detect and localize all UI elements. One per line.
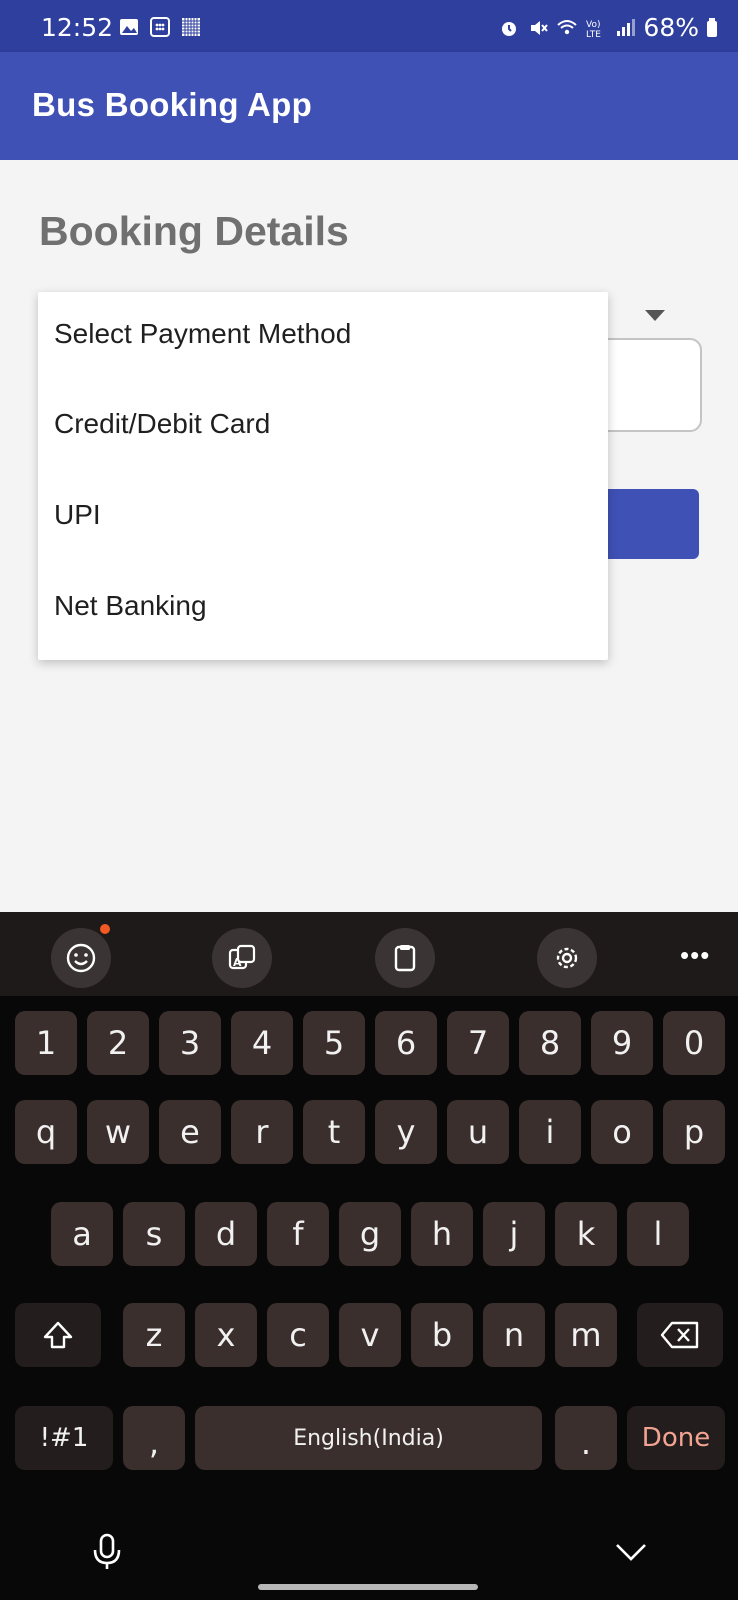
- key-q[interactable]: q: [15, 1100, 77, 1164]
- clipboard-icon: [394, 945, 416, 972]
- key-7[interactable]: 7: [447, 1011, 509, 1075]
- soft-keyboard: A ••• 1 2 3 4 5 6 7 8 9 0 q w e r t y u …: [0, 912, 738, 1600]
- battery-icon: [707, 17, 717, 37]
- key-w[interactable]: w: [87, 1100, 149, 1164]
- status-time: 12:52: [41, 13, 114, 42]
- key-8[interactable]: 8: [519, 1011, 581, 1075]
- translate-button[interactable]: A: [212, 928, 272, 988]
- key-9[interactable]: 9: [591, 1011, 653, 1075]
- emoji-icon: [66, 943, 96, 973]
- dropdown-option-upi[interactable]: UPI: [54, 499, 101, 531]
- translate-icon: A: [228, 944, 256, 970]
- done-key[interactable]: Done: [627, 1406, 725, 1470]
- status-notification-icons: [118, 16, 202, 38]
- key-j[interactable]: j: [483, 1202, 545, 1266]
- app-bar: Bus Booking App: [0, 52, 738, 160]
- key-i[interactable]: i: [519, 1100, 581, 1164]
- key-g[interactable]: g: [339, 1202, 401, 1266]
- key-s[interactable]: s: [123, 1202, 185, 1266]
- key-0[interactable]: 0: [663, 1011, 725, 1075]
- status-bar: 12:52 Vo) LTE 68%: [0, 0, 738, 52]
- key-c[interactable]: c: [267, 1303, 329, 1367]
- settings-button[interactable]: [537, 928, 597, 988]
- clipboard-button[interactable]: [375, 928, 435, 988]
- qr-grid-icon: [182, 18, 200, 36]
- mute-icon: [531, 20, 549, 35]
- gallery-icon: [120, 19, 138, 35]
- backspace-key[interactable]: [637, 1303, 723, 1367]
- svg-text:A: A: [233, 956, 242, 969]
- key-a[interactable]: a: [51, 1202, 113, 1266]
- page-title: Booking Details: [39, 208, 349, 254]
- comma-key[interactable]: ,: [123, 1406, 185, 1470]
- dropdown-option-select-payment-method[interactable]: Select Payment Method: [54, 318, 351, 350]
- key-m[interactable]: m: [555, 1303, 617, 1367]
- key-1[interactable]: 1: [15, 1011, 77, 1075]
- alarm-icon: [502, 21, 517, 36]
- key-z[interactable]: z: [123, 1303, 185, 1367]
- emoji-button[interactable]: [51, 928, 111, 988]
- microphone-icon[interactable]: [92, 1533, 122, 1571]
- backspace-icon: [660, 1321, 699, 1349]
- key-5[interactable]: 5: [303, 1011, 365, 1075]
- keyboard-toolbar: A •••: [0, 912, 738, 996]
- svg-text:Vo): Vo): [586, 20, 600, 30]
- shift-icon: [43, 1321, 73, 1349]
- svg-text:LTE: LTE: [586, 30, 601, 39]
- key-h[interactable]: h: [411, 1202, 473, 1266]
- key-4[interactable]: 4: [231, 1011, 293, 1075]
- key-n[interactable]: n: [483, 1303, 545, 1367]
- gesture-navigation-bar[interactable]: [258, 1584, 478, 1590]
- key-b[interactable]: b: [411, 1303, 473, 1367]
- signal-icon: [617, 18, 636, 36]
- notification-dot: [100, 924, 110, 934]
- key-r[interactable]: r: [231, 1100, 293, 1164]
- key-o[interactable]: o: [591, 1100, 653, 1164]
- dropdown-option-credit-debit-card[interactable]: Credit/Debit Card: [54, 408, 270, 440]
- key-6[interactable]: 6: [375, 1011, 437, 1075]
- app-title: Bus Booking App: [32, 86, 313, 123]
- key-p[interactable]: p: [663, 1100, 725, 1164]
- volte-icon: Vo)LTE: [586, 20, 601, 39]
- key-y[interactable]: y: [375, 1100, 437, 1164]
- more-options-icon[interactable]: •••: [680, 940, 710, 971]
- key-x[interactable]: x: [195, 1303, 257, 1367]
- key-v[interactable]: v: [339, 1303, 401, 1367]
- calculator-icon: [150, 17, 170, 37]
- key-2[interactable]: 2: [87, 1011, 149, 1075]
- wifi-icon: [557, 19, 578, 34]
- gear-icon: [556, 947, 578, 969]
- battery-percentage: 68%: [643, 13, 699, 42]
- key-e[interactable]: e: [159, 1100, 221, 1164]
- key-d[interactable]: d: [195, 1202, 257, 1266]
- status-system-icons: Vo) LTE 68%: [498, 13, 718, 42]
- dropdown-arrow-icon[interactable]: [645, 310, 665, 321]
- space-key[interactable]: English(India): [195, 1406, 542, 1470]
- shift-key[interactable]: [15, 1303, 101, 1367]
- payment-method-dropdown: Select Payment Method Credit/Debit Card …: [38, 292, 608, 660]
- key-t[interactable]: t: [303, 1100, 365, 1164]
- key-f[interactable]: f: [267, 1202, 329, 1266]
- chevron-down-icon[interactable]: [614, 1542, 648, 1562]
- key-k[interactable]: k: [555, 1202, 617, 1266]
- key-3[interactable]: 3: [159, 1011, 221, 1075]
- key-l[interactable]: l: [627, 1202, 689, 1266]
- symbols-key[interactable]: !#1: [15, 1406, 113, 1470]
- key-u[interactable]: u: [447, 1100, 509, 1164]
- dropdown-option-net-banking[interactable]: Net Banking: [54, 590, 207, 622]
- period-key[interactable]: .: [555, 1406, 617, 1470]
